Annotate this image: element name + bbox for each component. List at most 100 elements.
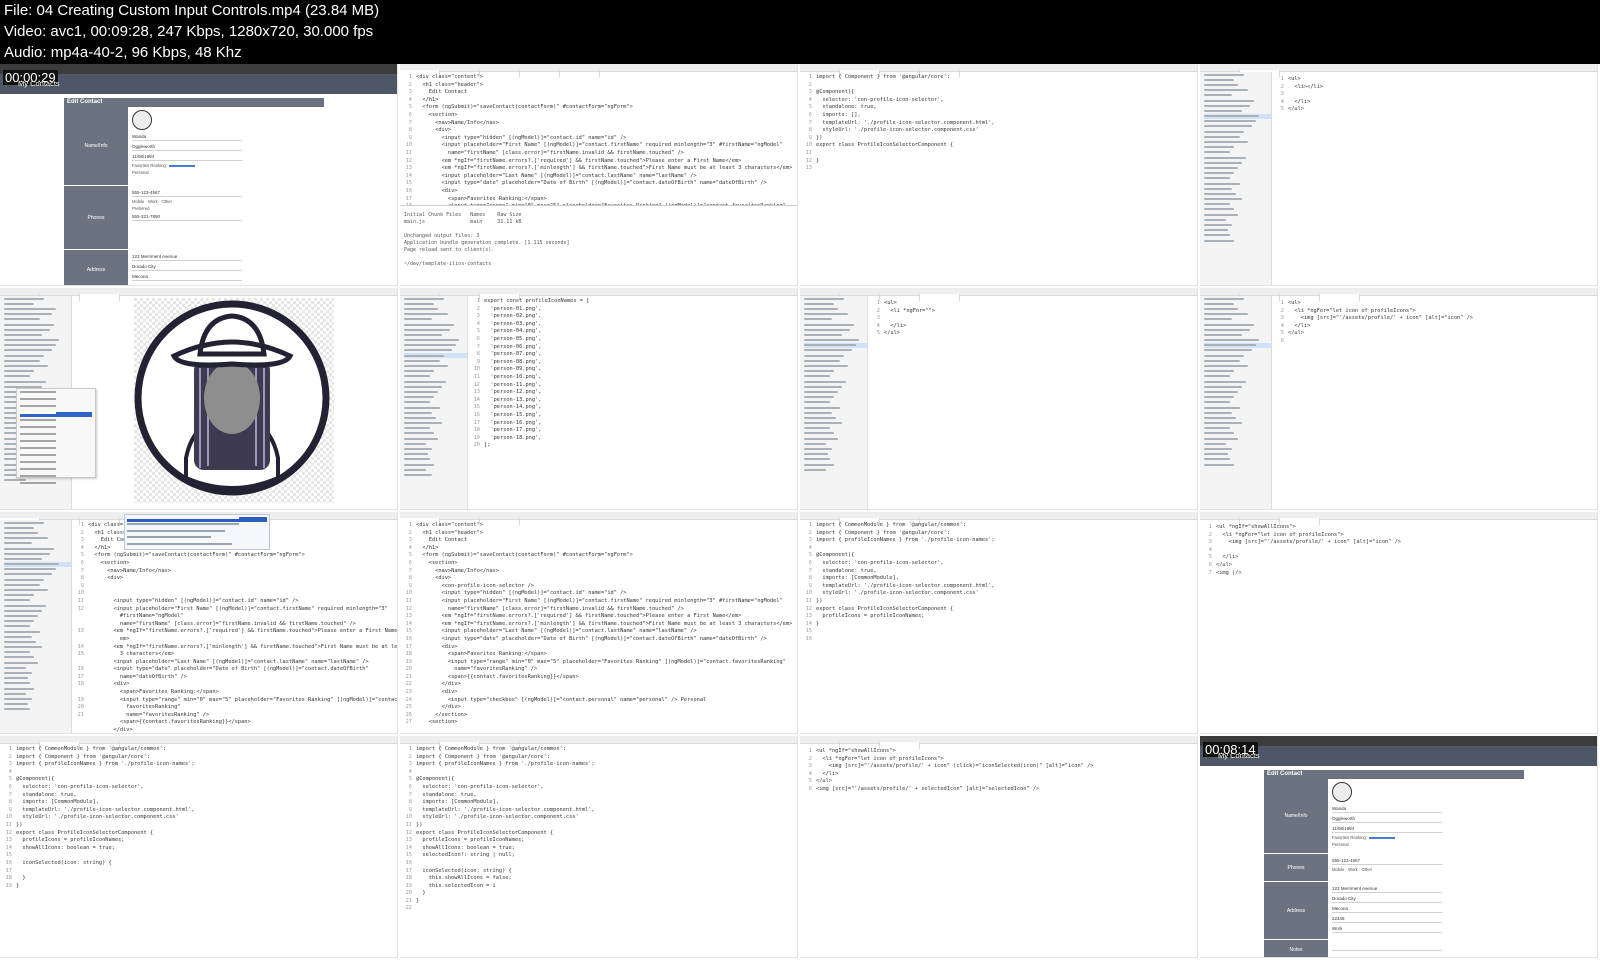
phones-label: Phones	[1264, 854, 1328, 881]
name-info-label: Name/Info	[64, 107, 128, 185]
video-info: Video: avc1, 00:09:28, 247 Kbps, 1280x72…	[4, 23, 374, 40]
video-info-header: File: 04 Creating Custom Input Controls.…	[0, 0, 1600, 64]
editor-tabs[interactable]	[800, 736, 1197, 749]
state-field[interactable]: Mecona	[1332, 905, 1442, 913]
code-editor[interactable]: <div class="content"> <h1 class="header"…	[88, 522, 397, 733]
edit-contact-panel: Edit Contact Name/Info Wanda Oggleworth …	[1264, 770, 1524, 957]
address-type-select[interactable]: Work	[1332, 925, 1442, 933]
line-numbers: 1 2 3 4 5 6 7 8 9 10 11 12 13 14 15 16 1…	[77, 522, 84, 718]
panel-title: Edit Contact	[1264, 770, 1524, 779]
editor-tabs[interactable]	[400, 736, 797, 749]
code-editor[interactable]: import { CommonModule } from '@angular/c…	[816, 522, 995, 628]
dob-field[interactable]: 11/08/1994	[1332, 825, 1442, 833]
phones-row: Phones 555-123-4567 Mobile · Work · Othe…	[1264, 853, 1524, 881]
thumbnail-9-html-quickopen: 1 2 3 4 5 6 7 8 9 10 11 12 13 14 15 16 1…	[0, 512, 398, 734]
phone1-field[interactable]: 555-123-4567	[132, 189, 242, 197]
code-editor[interactable]: <ul *ngIf="showAllIcons"> <li *ngFor="le…	[816, 748, 1093, 794]
name-info-row: Name/Info Wanda Oggleworth 11/08/1994 Fa…	[1264, 779, 1524, 853]
code-editor[interactable]: <div class="content"> <h1 class="header"…	[416, 522, 792, 727]
code-editor[interactable]: <ul> <li *ngFor="let icon of profileIcon…	[1288, 300, 1473, 338]
favorites-slider[interactable]	[1368, 836, 1395, 839]
code-editor[interactable]: <div class="content"> <h1 class="header"…	[416, 74, 792, 211]
thumbnail-12-html-ngif: 1 2 3 4 5 6 7 <ul *ngIf="showAllIcons"> …	[1200, 512, 1598, 734]
file-explorer[interactable]	[0, 520, 72, 733]
code-editor[interactable]: <ul *ngIf="showAllIcons"> <li *ngFor="le…	[1216, 524, 1401, 577]
editor-tabs[interactable]	[1200, 288, 1597, 301]
code-editor[interactable]: <ul> <li></li> </li> </ul>	[1288, 76, 1323, 114]
editor-tabs[interactable]	[1200, 512, 1597, 525]
thumbnail-7-html-ngfor: 1 2 3 4 5 <ul> <li *ngFor=""> </li> </ul…	[800, 288, 1198, 510]
line-numbers: 1 2 3 4 5 6 7 8 9 10 11 12 13 14 15 16 1…	[405, 522, 412, 726]
terminal-output: Initial Chunk Files Names Raw Size main.…	[404, 212, 570, 267]
last-name-field[interactable]: Oggleworth	[132, 143, 242, 151]
thumbnail-13-ts-iconselected: 1 2 3 4 5 6 7 8 9 10 11 12 13 14 15 16 1…	[0, 736, 398, 958]
file-explorer[interactable]	[1200, 296, 1272, 509]
thumbnail-5-image-preview	[0, 288, 398, 510]
phone2-field[interactable]: 555-321-7890	[132, 213, 242, 221]
address-label: Address	[1264, 882, 1328, 939]
editor-tabs[interactable]	[800, 512, 1197, 525]
name-info-row: Name/Info Wanda Oggleworth 11/08/1994 Fa…	[64, 107, 324, 185]
editor-tabs[interactable]	[800, 64, 1197, 77]
code-editor[interactable]: import { CommonModule } from '@angular/c…	[16, 746, 195, 890]
file-explorer[interactable]	[1200, 72, 1272, 285]
code-editor[interactable]: import { Component } from '@angular/core…	[816, 74, 995, 165]
terminal-panel[interactable]: Initial Chunk Files Names Raw Size main.…	[400, 205, 797, 285]
avatar[interactable]	[1332, 782, 1352, 802]
code-editor[interactable]: <ul> <li *ngFor=""> </li> </ul>	[884, 300, 935, 338]
editor-tabs[interactable]	[800, 288, 1197, 301]
dob-field[interactable]: 11/08/1994	[132, 153, 242, 161]
radio-other[interactable]: Other	[1362, 867, 1372, 872]
line-numbers: 1 2 3 4 5 6 7 8 9 10 11 12 13	[805, 74, 812, 172]
code-editor[interactable]: import { CommonModule } from '@angular/c…	[416, 746, 595, 905]
line-numbers: 1 2 3 4 5 6 7 8 9 10 11 12 13 14 15 16 1…	[473, 298, 480, 449]
radio-mobile[interactable]: Mobile	[132, 199, 144, 204]
radio-work[interactable]: Work	[148, 199, 158, 204]
street-field[interactable]: 123 Merriment Avenue	[1332, 885, 1442, 893]
line-numbers: 1 2 3 4 5 6	[1280, 300, 1284, 344]
editor-tabs[interactable]	[400, 288, 797, 301]
favorites-slider[interactable]	[168, 164, 195, 167]
browser-bar	[0, 64, 397, 74]
line-numbers: 1 2 3 4 5 6 7 8 9 10 11 12 13 14 15 16 1…	[5, 746, 12, 889]
line-numbers: 1 2 3 4 5 6 7 8 9 10 11 12 13 14 15 16	[805, 522, 812, 642]
code-editor[interactable]: export const profileIconNames = [ 'perso…	[484, 298, 589, 450]
quick-open-dropdown[interactable]	[124, 514, 270, 550]
notes-field[interactable]	[1332, 943, 1442, 951]
city-field[interactable]: Dorado City	[1332, 895, 1442, 903]
last-name-field[interactable]: Oggleworth	[1332, 815, 1442, 823]
thumbnail-16-app-edit-contact: 00:08:14 My Contacts Edit Contact Name/I…	[1200, 736, 1598, 958]
app-header: 00:00:29 My Contacts	[0, 70, 397, 94]
radio-work[interactable]: Work	[1348, 867, 1358, 872]
personal-checkbox[interactable]: Personal	[1332, 842, 1520, 847]
radio-mobile[interactable]: Mobile	[1332, 867, 1344, 872]
file-explorer[interactable]	[400, 296, 468, 509]
context-menu[interactable]	[16, 388, 96, 484]
editor-tabs[interactable]	[400, 512, 797, 525]
first-name-field[interactable]: Wanda	[132, 133, 242, 141]
avatar[interactable]	[132, 110, 152, 130]
address-row: Address 123 Merriment Avenue Dorado City…	[64, 249, 324, 285]
thumbnail-15-html-click: 1 2 3 4 5 6 <ul *ngIf="showAllIcons"> <l…	[800, 736, 1198, 958]
phone1-field[interactable]: 555-123-4567	[1332, 857, 1442, 865]
preferred-checkbox[interactable]: Preferred	[132, 206, 320, 211]
editor-tabs[interactable]	[0, 736, 397, 749]
first-name-field[interactable]: Wanda	[1332, 805, 1442, 813]
radio-other[interactable]: Other	[162, 199, 172, 204]
street-field[interactable]: 123 Merriment Avenue	[132, 253, 242, 261]
file-explorer[interactable]	[800, 296, 868, 509]
editor-tabs[interactable]	[1200, 64, 1597, 77]
edit-contact-panel: Edit Contact Name/Info Wanda Oggleworth …	[64, 98, 324, 285]
zip-field[interactable]: 22345	[1332, 915, 1442, 923]
thumbnail-4-explorer-html: 1 2 3 4 5 <ul> <li></li> </li> </ul>	[1200, 64, 1598, 286]
thumbnail-11-ts-profileicons: 1 2 3 4 5 6 7 8 9 10 11 12 13 14 15 16 i…	[800, 512, 1198, 734]
editor-tabs[interactable]	[0, 288, 397, 301]
thumbnail-8-html-img: 1 2 3 4 5 6 <ul> <li *ngFor="let icon of…	[1200, 288, 1598, 510]
state-field[interactable]: Mecona	[132, 273, 242, 281]
personal-checkbox[interactable]: Personal	[132, 170, 320, 175]
address-label: Address	[64, 250, 128, 285]
city-field[interactable]: Dorado City	[132, 263, 242, 271]
editor-tabs[interactable]	[400, 64, 797, 77]
panel-title: Edit Contact	[64, 98, 324, 107]
favorites-label: Favorites Ranking:	[132, 163, 167, 168]
